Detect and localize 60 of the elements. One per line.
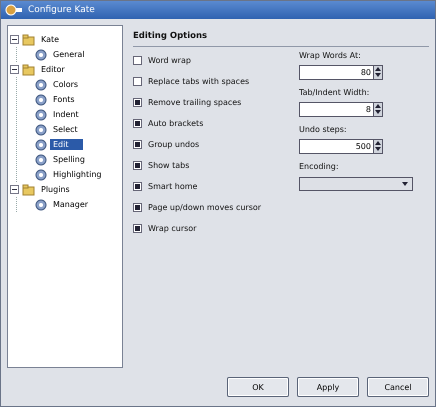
dropdown-arrow-icon — [402, 182, 408, 186]
expander-icon[interactable] — [10, 185, 19, 194]
checkbox[interactable] — [133, 119, 142, 128]
encoding-dropdown[interactable] — [299, 177, 413, 191]
checkbox[interactable] — [133, 98, 142, 107]
gear-icon — [35, 94, 47, 106]
dialog-button[interactable]: OK — [227, 377, 289, 397]
checkbox[interactable] — [133, 203, 142, 212]
gear-icon — [35, 48, 47, 60]
field-label: Undo steps: — [299, 125, 348, 134]
app-icon — [5, 4, 23, 16]
spin-box[interactable]: 80 — [299, 65, 373, 80]
checkbox[interactable] — [133, 182, 142, 191]
option-label: Wrap cursor — [148, 224, 196, 233]
tree-item[interactable]: Highlighting — [50, 169, 116, 180]
gear-icon — [35, 168, 47, 180]
option-label: Auto brackets — [148, 119, 204, 128]
option-label: Smart home — [148, 182, 198, 191]
option-label: Page up/down moves cursor — [148, 203, 262, 212]
expander-icon[interactable] — [10, 35, 19, 44]
checkbox[interactable] — [133, 77, 142, 86]
tree-item[interactable]: Edit — [50, 139, 82, 150]
dialog-button[interactable]: Apply — [297, 377, 359, 397]
tree-item[interactable]: Editor — [38, 64, 68, 75]
folder-icon — [22, 184, 35, 196]
checkbox[interactable] — [133, 224, 142, 233]
tree-item[interactable]: Indent — [50, 109, 93, 120]
field-label: Wrap Words At: — [299, 51, 362, 60]
expander-icon[interactable] — [10, 65, 19, 74]
tree-item[interactable]: Kate — [38, 34, 62, 45]
option-label: Replace tabs with spaces — [148, 77, 250, 86]
field-label: Tab/Indent Width: — [299, 88, 370, 97]
window-title: Configure Kate — [28, 5, 95, 15]
option-label: Word wrap — [148, 56, 191, 65]
checkbox[interactable] — [133, 140, 142, 149]
section-heading: Editing Options — [133, 31, 429, 47]
spin-box[interactable]: 500 — [299, 139, 373, 154]
checkbox[interactable] — [133, 56, 142, 65]
gear-icon — [35, 78, 47, 90]
tree-item[interactable]: Fonts — [50, 94, 89, 105]
gear-icon — [35, 124, 47, 136]
spin-box[interactable]: 8 — [299, 102, 373, 117]
checkbox[interactable] — [133, 161, 142, 170]
gear-icon — [35, 198, 47, 210]
tree-item[interactable]: Plugins — [38, 184, 73, 195]
gear-icon — [35, 138, 47, 150]
field-label: Encoding: — [299, 162, 340, 171]
dialog-button[interactable]: Cancel — [367, 377, 429, 397]
tree-item[interactable]: Spelling — [50, 154, 99, 165]
option-label: Group undos — [148, 140, 200, 149]
folder-icon — [22, 34, 35, 46]
tree-item[interactable]: Select — [50, 124, 92, 135]
gear-icon — [35, 108, 47, 120]
tree-item[interactable]: General — [50, 49, 99, 60]
gear-icon — [35, 154, 47, 166]
tree-item[interactable]: Colors — [50, 79, 92, 90]
option-label: Remove trailing spaces — [148, 98, 242, 107]
tree-item[interactable]: Manager — [50, 199, 102, 210]
folder-icon — [22, 64, 35, 76]
option-label: Show tabs — [148, 161, 190, 170]
